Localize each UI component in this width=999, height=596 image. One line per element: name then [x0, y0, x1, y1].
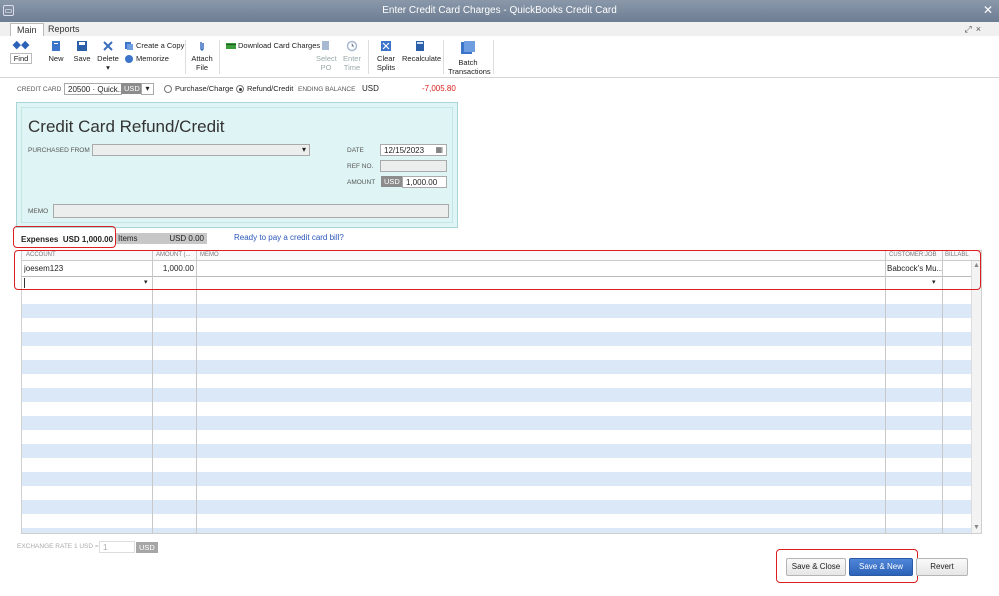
ending-balance-value: -7,005.80: [422, 84, 456, 93]
chevron-down-icon: ▾: [301, 145, 306, 154]
ribbon-toolbar: ◆◆ Find New Save Delete ▾ Create a Copy M…: [0, 36, 999, 78]
memo-label: MEMO: [28, 208, 49, 215]
table-row[interactable]: [22, 472, 981, 486]
toolbar-separator: [368, 40, 369, 74]
column-divider: [196, 251, 197, 533]
table-row[interactable]: [22, 304, 981, 318]
ref-no-field[interactable]: [380, 160, 447, 172]
expense-grid: ACCOUNT AMOUNT (... MEMO CUSTOMER:JOB BI…: [21, 250, 982, 534]
title-bar: ▭ Enter Credit Card Charges - QuickBooks…: [0, 0, 999, 22]
table-row[interactable]: [22, 388, 981, 402]
column-divider: [942, 251, 943, 533]
calendar-icon[interactable]: ▦: [435, 145, 443, 154]
new-button[interactable]: New: [46, 40, 66, 63]
memorize-button[interactable]: Memorize: [124, 54, 169, 64]
toolbar-separator: [493, 40, 494, 74]
memo-field[interactable]: [53, 204, 449, 218]
amount-label: AMOUNT: [347, 179, 376, 186]
ribbon-window-controls[interactable]: ⤢×: [965, 24, 985, 35]
table-row[interactable]: [22, 500, 981, 514]
table-row[interactable]: [22, 332, 981, 346]
close-icon[interactable]: ✕: [983, 3, 993, 17]
exchange-rate-field[interactable]: 1: [99, 541, 135, 553]
table-row[interactable]: [22, 444, 981, 458]
toolbar-separator: [185, 40, 186, 74]
column-divider: [885, 251, 886, 533]
credit-card-select[interactable]: 20500 · Quick...: [64, 83, 122, 95]
ribbon-tabs: Main Reports ⤢×: [0, 22, 999, 36]
refund-credit-radio[interactable]: Refund/Credit: [236, 84, 293, 94]
revert-button[interactable]: Revert: [916, 558, 968, 576]
save-disk-icon: [77, 41, 87, 51]
table-row[interactable]: [22, 528, 981, 533]
ref-no-label: REF NO.: [347, 163, 374, 170]
recalculate-button[interactable]: Recalculate: [402, 40, 441, 63]
purchase-charge-radio[interactable]: Purchase/Charge: [164, 84, 233, 94]
purchased-from-label: PURCHASED FROM: [28, 147, 90, 154]
paperclip-icon: [200, 42, 204, 51]
calculator-icon: [416, 41, 424, 51]
column-divider: [152, 251, 153, 533]
chevron-down-icon: ▾: [145, 84, 150, 93]
pay-credit-card-bill-link[interactable]: Ready to pay a credit card bill?: [234, 233, 344, 242]
tab-items[interactable]: Items USD 0.00: [115, 233, 207, 244]
date-label: DATE: [347, 147, 364, 154]
exchange-rate-currency: USD: [136, 542, 158, 553]
enter-time-button[interactable]: Enter Time: [342, 40, 362, 72]
credit-card-label: CREDIT CARD: [17, 86, 62, 93]
save-new-button[interactable]: Save & New: [849, 558, 913, 576]
radio-selected-icon: [236, 85, 244, 94]
highlight-expenses-tab: [13, 226, 116, 248]
radio-icon: [164, 85, 172, 94]
amount-currency: USD: [381, 176, 403, 187]
delete-x-icon: [103, 41, 113, 51]
credit-card-currency: USD: [121, 83, 143, 94]
delete-button[interactable]: Delete ▾: [96, 40, 120, 72]
tab-main[interactable]: Main: [10, 23, 44, 36]
form-title: Credit Card Refund/Credit: [28, 117, 225, 136]
save-button[interactable]: Save: [72, 40, 92, 63]
scroll-down-icon[interactable]: ▼: [973, 524, 980, 531]
download-card-charges-button[interactable]: Download Card Charges: [226, 41, 320, 51]
ending-balance-label: ENDING BALANCE: [298, 86, 356, 93]
new-document-icon: [52, 41, 60, 51]
memorize-icon: [125, 55, 133, 64]
clear-splits-button[interactable]: Clear Splits: [375, 40, 397, 72]
credit-card-dropdown[interactable]: ▾: [141, 83, 154, 95]
window-title: Enter Credit Card Charges - QuickBooks C…: [382, 5, 617, 16]
prev-next-arrows-icon: ◆◆: [12, 39, 30, 51]
clock-icon: [346, 40, 358, 52]
save-close-button[interactable]: Save & Close: [786, 558, 846, 576]
copy-icon: [125, 42, 133, 51]
download-card-icon: [226, 43, 236, 50]
tab-reports[interactable]: Reports: [42, 23, 86, 36]
toolbar-separator: [443, 40, 444, 74]
highlight-expense-rows: [14, 250, 981, 290]
create-copy-button[interactable]: Create a Copy: [124, 41, 184, 51]
date-field[interactable]: 12/15/2023 ▦: [380, 144, 447, 156]
table-row[interactable]: [22, 416, 981, 430]
ending-balance-currency: USD: [362, 84, 379, 93]
toolbar-separator: [219, 40, 220, 74]
grid-scrollbar[interactable]: ▲ ▼: [971, 261, 981, 533]
find-button[interactable]: ◆◆ Find: [8, 39, 34, 64]
select-po-icon: [322, 41, 329, 50]
exchange-rate-label: EXCHANGE RATE 1 USD =: [17, 543, 99, 550]
select-po-button[interactable]: Select PO: [316, 40, 337, 72]
clear-splits-icon: [381, 41, 391, 51]
batch-transactions-icon: [461, 41, 475, 54]
attach-file-button[interactable]: Attach File: [190, 40, 214, 72]
amount-field[interactable]: 1,000.00: [402, 176, 447, 188]
table-row[interactable]: [22, 360, 981, 374]
purchased-from-select[interactable]: ▾: [92, 144, 310, 156]
batch-transactions-button[interactable]: Batch Transactions: [448, 40, 491, 76]
